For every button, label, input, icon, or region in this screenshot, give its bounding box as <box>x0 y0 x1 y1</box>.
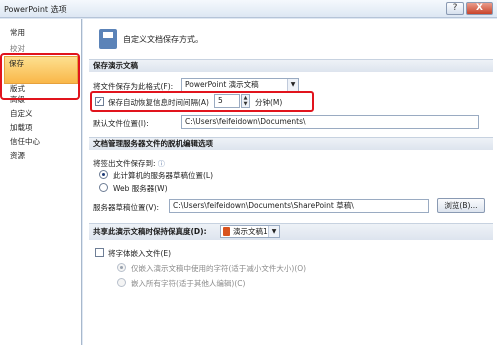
info-icon: ⓘ <box>157 160 165 168</box>
window-title: PowerPoint 选项 <box>4 5 67 14</box>
chevron-down-icon[interactable]: ▼ <box>287 79 298 91</box>
radio-embed-all-chars-label: 嵌入所有字符(适于其他人编辑)(C) <box>131 279 246 288</box>
fidelity-doc-select[interactable]: 演示文稿1 ▼ <box>220 225 280 238</box>
embed-fonts-label: 将字体嵌入文件(E) <box>108 249 172 258</box>
help-button[interactable]: ? <box>446 2 464 15</box>
sidebar-item-resources[interactable]: 资源 <box>6 150 78 161</box>
sidebar-item-general[interactable]: 常用 <box>6 27 78 38</box>
radio-embed-used-chars[interactable] <box>117 263 126 272</box>
title-bar: PowerPoint 选项 ? X <box>0 0 497 18</box>
radio-web-server[interactable] <box>99 183 108 192</box>
sidebar-item-trust-center[interactable]: 信任中心 <box>6 136 78 147</box>
presentation-icon <box>223 227 230 236</box>
section-offline-editing: 文档管理服务器文件的脱机编辑选项 <box>89 137 493 150</box>
page-header: 自定义文档保存方式。 <box>123 35 203 44</box>
save-icon <box>99 29 117 49</box>
radio-web-server-label: Web 服务器(W) <box>113 184 168 193</box>
sidebar-item-addins[interactable]: 加载项 <box>6 122 78 133</box>
fidelity-title: 共享此演示文稿时保持保真度(D): <box>93 227 207 236</box>
section-fidelity: 共享此演示文稿时保持保真度(D): <box>89 223 493 240</box>
fidelity-doc-value: 演示文稿1 <box>233 227 268 236</box>
radio-embed-used-chars-label: 仅嵌入演示文稿中使用的字符(适于减小文件大小)(O) <box>131 264 307 273</box>
embed-fonts-checkbox[interactable] <box>95 248 104 257</box>
format-select-value: PowerPoint 演示文稿 <box>185 80 259 89</box>
checkout-label-text: 将签出文件保存到: <box>93 159 156 168</box>
format-select[interactable]: PowerPoint 演示文稿 ▼ <box>181 78 299 92</box>
options-content: 自定义文档保存方式。 保存演示文稿 将文件保存为此格式(F): PowerPoi… <box>83 19 497 345</box>
browse-button[interactable]: 浏览(B)... <box>437 198 485 213</box>
radio-server-drafts-label: 此计算机的服务器草稿位置(L) <box>113 171 214 180</box>
chevron-down-icon[interactable]: ▼ <box>268 226 279 237</box>
drafts-location-input[interactable]: C:\Users\feifeidown\Documents\SharePoint… <box>169 199 429 213</box>
close-button[interactable]: X <box>466 2 493 15</box>
radio-server-drafts[interactable] <box>99 170 108 179</box>
sidebar-highlight-box <box>0 53 80 100</box>
default-location-input[interactable]: C:\Users\feifeidown\Documents\ <box>181 115 479 129</box>
checkout-label: 将签出文件保存到: ⓘ <box>93 158 165 169</box>
drafts-location-label: 服务器草稿位置(V): <box>93 203 160 212</box>
radio-embed-all-chars[interactable] <box>117 278 126 287</box>
default-location-label: 默认文件位置(I): <box>93 119 149 128</box>
sidebar-item-customize[interactable]: 自定义 <box>6 108 78 119</box>
autosave-highlight-box <box>90 91 314 112</box>
section-save-presentations: 保存演示文稿 <box>89 59 493 72</box>
